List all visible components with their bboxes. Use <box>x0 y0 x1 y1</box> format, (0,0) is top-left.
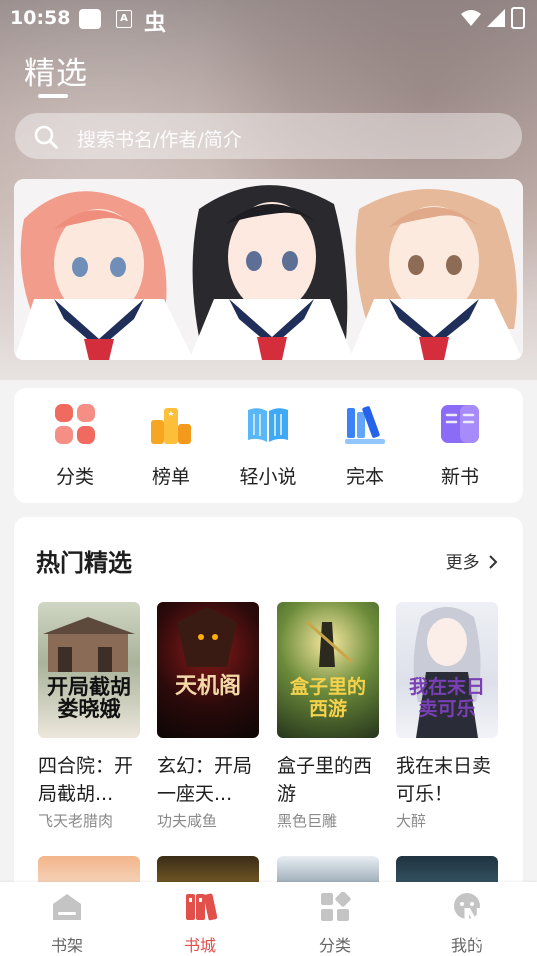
notification-square-icon <box>79 9 101 29</box>
cover-title: 我在末日卖可乐 <box>408 676 485 720</box>
category-item-bangdan[interactable]: 榜单 <box>129 402 213 489</box>
bookstore-tab-icon <box>186 893 218 921</box>
tab-category[interactable]: 分类 <box>295 891 375 956</box>
category-item-fenlei[interactable]: 分类 <box>33 402 117 489</box>
tab-bookstore[interactable]: 书城 <box>160 892 240 956</box>
open-book-icon <box>248 408 288 442</box>
book-cover: 盒子里的西游 <box>277 602 379 738</box>
section-title: 热门精选 <box>36 549 132 577</box>
bookshelf-icon <box>345 406 385 444</box>
book-title: 玄幻：开局一座天... <box>157 755 253 805</box>
wifi-icon <box>461 10 481 26</box>
book-cover: 天机阁 <box>157 602 259 738</box>
new-book-icon <box>441 405 479 443</box>
category-label: 新书 <box>440 466 479 488</box>
book-author: 大醉 <box>396 812 427 830</box>
category-grid-icon <box>55 404 95 444</box>
signal-icon <box>487 9 505 27</box>
category-nav: 分类 榜单 轻小说 完本 新书 <box>14 388 523 503</box>
cover-title: 天机阁 <box>174 674 241 699</box>
watermark-logo: 962.NET 乐游网 <box>398 904 519 946</box>
status-time: 10:58 <box>10 7 71 29</box>
hot-picks-section: 热门精选 更多 开局截胡娄晓娥 四合院：开局截胡... 飞天老腊肉 天机阁 玄幻… <box>14 517 523 897</box>
cover-title: 开局截胡娄晓娥 <box>47 675 131 721</box>
page-title[interactable]: 精选 <box>24 48 88 93</box>
promo-banner[interactable] <box>14 179 523 360</box>
category-label: 轻小说 <box>239 466 297 488</box>
title-indicator <box>38 94 68 98</box>
category-tab-icon <box>321 891 351 921</box>
tab-label: 分类 <box>318 936 351 955</box>
chevron-right-icon <box>489 555 498 569</box>
book-card[interactable]: 开局截胡娄晓娥 四合院：开局截胡... 飞天老腊肉 <box>38 602 140 831</box>
more-link[interactable]: 更多 <box>446 548 499 573</box>
category-label: 完本 <box>345 466 384 488</box>
cover-title: 盒子里的西游 <box>289 676 366 720</box>
category-label: 分类 <box>55 466 94 488</box>
search-bar[interactable]: 搜索书名/作者/简介 <box>15 113 522 159</box>
book-title: 盒子里的西游 <box>277 755 373 805</box>
ranking-podium-icon <box>151 408 191 444</box>
category-item-xinshu[interactable]: 新书 <box>418 402 502 489</box>
category-item-qingxiaoshuo[interactable]: 轻小说 <box>226 402 310 489</box>
book-title: 四合院：开局截胡... <box>38 755 134 805</box>
book-title: 我在末日卖可乐！ <box>396 755 492 805</box>
tab-bookshelf[interactable]: 书架 <box>27 892 107 956</box>
tab-label: 书城 <box>183 936 216 955</box>
book-cover: 我在末日卖可乐 <box>396 602 498 738</box>
category-item-wanben[interactable]: 完本 <box>323 402 407 489</box>
book-cover: 开局截胡娄晓娥 <box>38 602 140 738</box>
notification-a-icon: A <box>116 10 132 28</box>
notification-app-icon: 虫 <box>144 11 167 36</box>
book-author: 黑色巨雕 <box>277 812 338 830</box>
book-author: 飞天老腊肉 <box>38 812 114 830</box>
watermark-subtext: 乐游网 <box>474 928 520 946</box>
category-label: 榜单 <box>151 466 190 488</box>
tab-label: 书架 <box>50 936 83 955</box>
search-placeholder: 搜索书名/作者/简介 <box>77 129 242 151</box>
battery-icon <box>511 7 525 29</box>
bookshelf-tab-icon <box>53 894 81 920</box>
more-label: 更多 <box>445 553 480 573</box>
book-card[interactable]: 天机阁 玄幻：开局一座天... 功夫咸鱼 <box>157 602 259 831</box>
book-card[interactable]: 盒子里的西游 盒子里的西游 黑色巨雕 <box>277 602 379 831</box>
banner-illustration <box>14 179 523 360</box>
status-bar: 10:58 A 虫 <box>0 0 537 36</box>
book-author: 功夫咸鱼 <box>157 812 218 830</box>
search-icon <box>34 125 58 149</box>
book-card[interactable]: 我在末日卖可乐 我在末日卖可乐！ 大醉 <box>396 602 498 831</box>
